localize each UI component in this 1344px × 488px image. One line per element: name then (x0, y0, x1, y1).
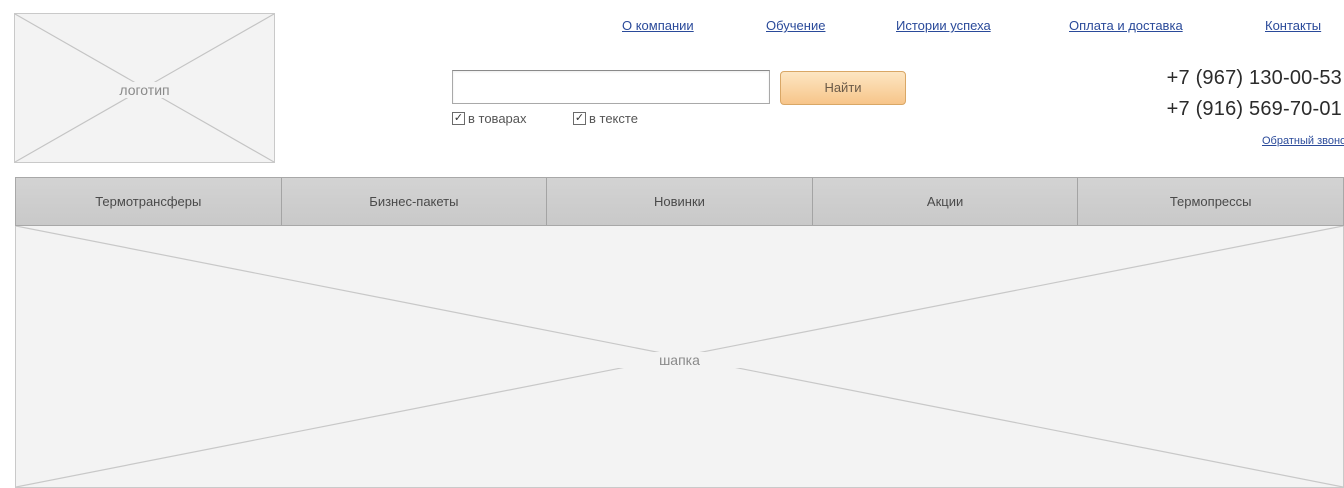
search-in-text-label: в тексте (589, 110, 638, 126)
logo-label: логотип (111, 82, 178, 98)
nav-link-success-stories[interactable]: Истории успеха (896, 18, 991, 33)
menu-item-heat-presses[interactable]: Термопрессы (1078, 178, 1343, 225)
main-menu: Термотрансферы Бизнес-пакеты Новинки Акц… (15, 177, 1344, 226)
nav-link-payment-delivery[interactable]: Оплата и доставка (1069, 18, 1183, 33)
nav-link-training[interactable]: Обучение (766, 18, 825, 33)
nav-link-about[interactable]: О компании (622, 18, 694, 33)
menu-item-thermotransfers[interactable]: Термотрансферы (16, 178, 282, 225)
menu-item-new[interactable]: Новинки (547, 178, 813, 225)
menu-item-business-packages[interactable]: Бизнес-пакеты (281, 178, 548, 225)
logo-placeholder[interactable]: логотип (14, 13, 275, 163)
checkbox-checked-icon[interactable]: ✓ (452, 111, 465, 125)
search-button[interactable]: Найти (780, 71, 906, 105)
phone-number-2: +7 (916) 569-70-01 (1166, 98, 1342, 120)
phone-number-1: +7 (967) 130-00-53 (1166, 67, 1342, 89)
nav-link-contacts[interactable]: Контакты (1265, 18, 1321, 33)
banner-label: шапка (599, 352, 760, 368)
search-input[interactable] (452, 70, 770, 104)
checkbox-checked-icon[interactable]: ✓ (573, 111, 586, 125)
header-banner-placeholder: шапка (15, 226, 1344, 488)
search-in-products-checkbox[interactable]: ✓ в товарах (452, 110, 527, 126)
search-in-products-label: в товарах (468, 110, 527, 126)
menu-item-promotions[interactable]: Акции (812, 178, 1079, 225)
callback-link[interactable]: Обратный звонок (1262, 135, 1344, 147)
search-in-text-checkbox[interactable]: ✓ в тексте (573, 110, 638, 126)
